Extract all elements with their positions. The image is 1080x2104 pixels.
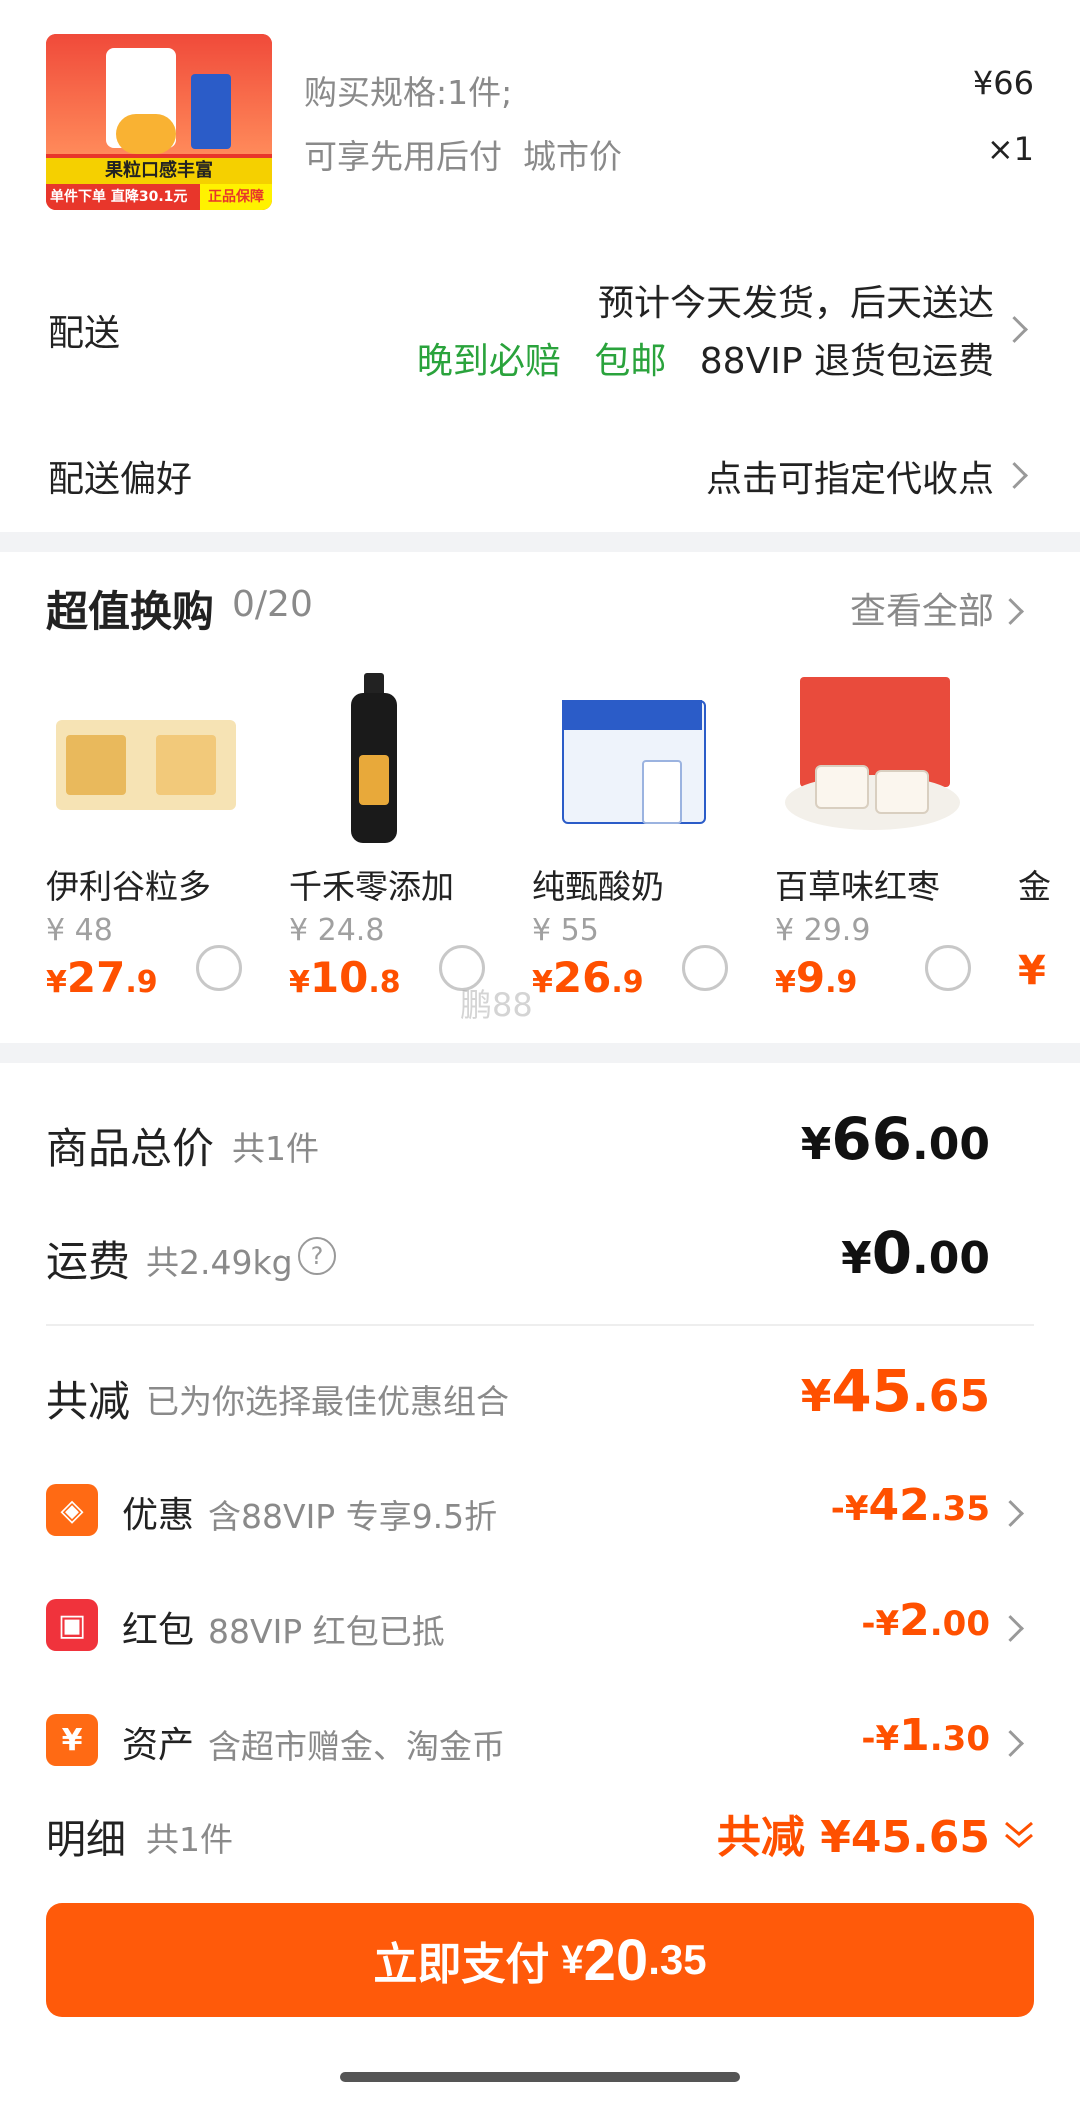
shipping-amount: ¥0.00 bbox=[841, 1219, 990, 1287]
deal-original-price: ¥ 55 bbox=[532, 913, 599, 948]
deal-select-radio[interactable] bbox=[682, 945, 728, 991]
goods-total-count: 共1件 bbox=[232, 1129, 319, 1168]
detail-row[interactable]: 明细 共1件 共减 ¥45.65 bbox=[0, 1805, 1080, 1865]
chevron-right-icon bbox=[1001, 316, 1028, 343]
deal-image bbox=[775, 665, 975, 840]
preference-label: 配送偏好 bbox=[48, 459, 193, 500]
product-qty: ×1 bbox=[986, 130, 1034, 168]
deal-name: 伊利谷粒多 bbox=[46, 867, 211, 906]
delivery-label: 配送 bbox=[48, 313, 121, 354]
yuan-icon: ¥ bbox=[46, 1714, 98, 1766]
discount-row[interactable]: ◈ 优惠 含88VIP 专享9.5折 -¥42.35 bbox=[0, 1480, 1080, 1540]
total-reduce-amount: ¥45.65 bbox=[800, 1357, 990, 1425]
deals-title: 超值换购 bbox=[46, 587, 215, 636]
return-shipping-tag: 88VIP 退货包运费 bbox=[699, 341, 994, 382]
deal-price: ¥10.8 bbox=[289, 953, 401, 1002]
chevron-right-icon bbox=[997, 1730, 1024, 1757]
deal-select-radio[interactable] bbox=[925, 945, 971, 991]
peach-shape bbox=[116, 114, 176, 154]
tag-icon: ◈ bbox=[46, 1484, 98, 1536]
shipping-weight: 共2.49kg bbox=[146, 1243, 293, 1282]
deal-original-price: ¥ 29.9 bbox=[775, 913, 871, 948]
deal-price: ¥27.9 bbox=[46, 953, 158, 1002]
discount-amount: -¥42.35 bbox=[830, 1480, 990, 1531]
discount-desc: 含88VIP 专享9.5折 bbox=[208, 1497, 498, 1536]
red-packet-row[interactable]: ▣ 红包 88VIP 红包已抵 -¥2.00 bbox=[0, 1595, 1080, 1655]
assets-amount: -¥1.30 bbox=[861, 1710, 990, 1761]
deal-select-radio[interactable] bbox=[196, 945, 242, 991]
discount-label: 优惠 bbox=[122, 1495, 195, 1536]
chevron-right-icon bbox=[1001, 462, 1028, 489]
home-indicator[interactable] bbox=[340, 2072, 740, 2082]
red-packet-icon: ▣ bbox=[46, 1599, 98, 1651]
detail-total: 共减 ¥45.65 bbox=[716, 1812, 990, 1863]
deal-original-price: ¥ 48 bbox=[46, 913, 113, 948]
deal-original-price: ¥ 24.8 bbox=[289, 913, 385, 948]
pay-currency: ¥ bbox=[561, 1937, 584, 1982]
pay-now-button[interactable]: 立即支付 ¥ 20 .35 bbox=[46, 1903, 1034, 2017]
total-reduce-note: 已为你选择最佳优惠组合 bbox=[146, 1382, 509, 1421]
watermark: 鹏88 bbox=[460, 986, 533, 1024]
product-spec: 购买规格:1件; bbox=[304, 73, 513, 112]
deal-name: 百草味红枣 bbox=[775, 867, 940, 906]
deal-image bbox=[46, 665, 246, 840]
assets-desc: 含超市赠金、淘金币 bbox=[208, 1727, 505, 1766]
delivery-eta: 预计今天发货，后天送达 bbox=[597, 283, 994, 324]
deal-name: 纯甄酸奶 bbox=[532, 867, 664, 906]
thumb-badge: 正品保障 bbox=[200, 184, 272, 210]
double-chevron-down-icon bbox=[1005, 1821, 1033, 1848]
deal-image bbox=[289, 665, 489, 843]
delivery-preference-row[interactable]: 配送偏好 点击可指定代收点 bbox=[0, 440, 1080, 510]
deal-image bbox=[532, 665, 732, 840]
assets-label: 资产 bbox=[122, 1725, 195, 1766]
box-shape bbox=[191, 74, 231, 149]
red-packet-desc: 88VIP 红包已抵 bbox=[208, 1612, 445, 1651]
deal-price: ¥9.9 bbox=[775, 953, 858, 1002]
deal-price: ¥26.9 bbox=[532, 953, 644, 1002]
chevron-right-icon bbox=[997, 598, 1024, 625]
product-thumbnail[interactable]: 果粒口感丰富 单件下单 直降30.1元 正品保障 bbox=[46, 34, 272, 210]
chevron-right-icon bbox=[997, 1500, 1024, 1527]
pay-int: 20 bbox=[583, 1927, 649, 1993]
deal-name: 千禾零添加 bbox=[289, 867, 454, 906]
thumb-text: 果粒口感丰富 bbox=[46, 158, 272, 184]
deal-item-partial[interactable]: 金 ¥ bbox=[1018, 860, 1080, 1000]
detail-count: 共1件 bbox=[146, 1820, 233, 1859]
chevron-right-icon bbox=[997, 1615, 1024, 1642]
goods-total-amount: ¥66.00 bbox=[800, 1105, 990, 1173]
pay-label: 立即支付 bbox=[373, 1940, 550, 1989]
goods-total-label: 商品总价 bbox=[46, 1124, 215, 1173]
help-icon[interactable]: ? bbox=[298, 1237, 336, 1275]
assets-row[interactable]: ¥ 资产 含超市赠金、淘金币 -¥1.30 bbox=[0, 1710, 1080, 1770]
late-compensation-tag: 晚到必赔 bbox=[416, 341, 561, 382]
thumb-banner: 单件下单 直降30.1元 bbox=[46, 184, 200, 210]
detail-label: 明细 bbox=[46, 1817, 126, 1863]
product-tags: 可享先用后付 城市价 bbox=[304, 137, 622, 176]
delivery-row[interactable]: 配送 预计今天发货，后天送达 晚到必赔 包邮 88VIP 退货包运费 bbox=[0, 270, 1080, 390]
red-packet-label: 红包 bbox=[122, 1610, 195, 1651]
shipping-label: 运费 bbox=[46, 1237, 131, 1286]
preference-value: 点击可指定代收点 bbox=[705, 459, 994, 500]
pay-dec: .35 bbox=[648, 1936, 707, 1983]
product-price: ¥66 bbox=[972, 64, 1034, 102]
deals-count: 0/20 bbox=[232, 584, 313, 625]
red-packet-amount: -¥2.00 bbox=[861, 1595, 990, 1646]
free-shipping-tag: 包邮 bbox=[594, 341, 667, 382]
section-divider bbox=[0, 1043, 1080, 1063]
view-all-link[interactable]: 查看全部 bbox=[850, 582, 994, 634]
delivery-tags: 晚到必赔 包邮 88VIP 退货包运费 bbox=[417, 332, 994, 384]
row-divider bbox=[46, 1324, 1034, 1326]
total-reduce-label: 共减 bbox=[46, 1377, 131, 1426]
section-divider bbox=[0, 532, 1080, 552]
